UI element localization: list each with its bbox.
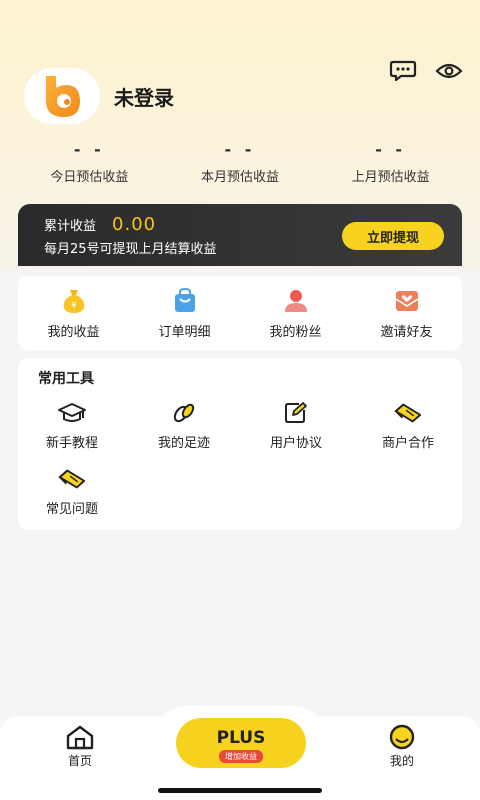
tool-label: 我的足迹 [157, 436, 210, 451]
tool-beginner-tutorial[interactable]: 新手教程 [22, 400, 122, 451]
handshake-icon [393, 400, 423, 426]
invite-envelope-icon [392, 287, 422, 315]
app-logo-icon [46, 76, 80, 117]
home-indicator [158, 788, 322, 793]
handshake-icon [57, 466, 87, 492]
tools-title: 常用工具 [38, 371, 94, 387]
tool-user-agreement[interactable]: 用户协议 [246, 400, 346, 451]
eye-icon[interactable] [434, 58, 464, 84]
stat-value: - - [73, 140, 105, 159]
plus-button[interactable]: PLUS 增加收益 [176, 718, 306, 768]
fans-icon [281, 287, 311, 315]
stat-this-month[interactable]: - - 本月预估收益 [170, 140, 310, 185]
tool-my-footprint[interactable]: 我的足迹 [134, 400, 234, 451]
withdraw-button[interactable]: 立即提现 [342, 222, 444, 250]
menu-item-invite-friends[interactable]: 邀请好友 [357, 287, 457, 340]
graduation-cap-icon [57, 400, 87, 426]
tool-label: 常见问题 [45, 502, 98, 517]
earnings-label: 累计收益 [44, 219, 97, 234]
stat-label: 上月预估收益 [351, 170, 430, 185]
menu-item-label: 我的粉丝 [269, 324, 322, 340]
footprint-icon [169, 400, 199, 426]
menu-item-label: 邀请好友 [380, 324, 433, 340]
edit-document-icon [281, 400, 311, 426]
nav-mine[interactable]: 我的 [372, 724, 432, 769]
nav-home[interactable]: 首页 [50, 724, 110, 769]
tool-merchant-cooperation[interactable]: 商户合作 [358, 400, 458, 451]
plus-badge: 增加收益 [219, 750, 263, 763]
menu-item-order-details[interactable]: 订单明细 [135, 287, 235, 340]
stat-value: - - [224, 140, 256, 159]
stats-row: - - 今日预估收益 - - 本月预估收益 - - 上月预估收益 [0, 140, 480, 185]
mine-icon [389, 724, 415, 750]
svg-text:¥: ¥ [71, 301, 77, 311]
message-icon[interactable] [388, 58, 418, 84]
earnings-value: 0.00 [112, 214, 157, 235]
menu-item-label: 订单明细 [158, 324, 211, 340]
stat-label: 今日预估收益 [50, 170, 129, 185]
username[interactable]: 未登录 [114, 82, 174, 111]
menu-item-my-fans[interactable]: 我的粉丝 [246, 287, 346, 340]
tools-card: 常用工具 新手教程 我的足迹 用户协议 商户合作 常见问题 [18, 358, 462, 530]
earnings-card: 累计收益 0.00 每月25号可提现上月结算收益 立即提现 [18, 204, 462, 266]
nav-home-label: 首页 [67, 754, 92, 768]
menu-item-label: 我的收益 [47, 324, 100, 340]
tool-label: 用户协议 [269, 436, 322, 451]
earnings-note: 每月25号可提现上月结算收益 [44, 242, 217, 257]
nav-mine-label: 我的 [389, 754, 414, 768]
tool-label: 商户合作 [381, 436, 434, 451]
money-bag-icon: ¥ [59, 287, 89, 315]
stat-last-month[interactable]: - - 上月预估收益 [321, 140, 461, 185]
plus-label: PLUS [216, 728, 266, 748]
menu-item-my-earnings[interactable]: ¥ 我的收益 [24, 287, 124, 340]
home-icon [66, 725, 94, 750]
stat-label: 本月预估收益 [200, 170, 279, 185]
tool-faq[interactable]: 常见问题 [22, 466, 122, 517]
tool-label: 新手教程 [45, 436, 98, 451]
shopping-bag-icon [170, 287, 200, 315]
stat-value: - - [375, 140, 407, 159]
stat-today[interactable]: - - 今日预估收益 [19, 140, 159, 185]
avatar[interactable] [24, 68, 100, 124]
quick-menu: ¥ 我的收益 订单明细 我的粉丝 邀请好友 [18, 276, 462, 350]
top-actions [388, 58, 464, 84]
